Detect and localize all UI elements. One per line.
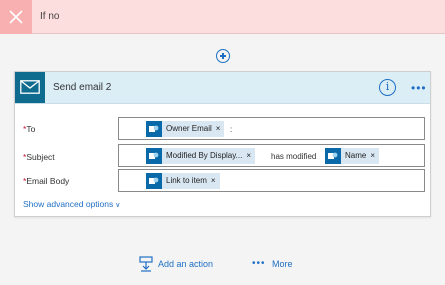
- sharepoint-icon: [146, 173, 162, 189]
- sharepoint-icon: [325, 148, 341, 164]
- to-trailing-text: :: [230, 125, 233, 134]
- token-label: Owner Email: [162, 121, 216, 137]
- to-label: *To: [23, 124, 36, 134]
- card-title: Send email 2: [53, 82, 112, 93]
- subject-field[interactable]: Modified By Display... × has modified Na…: [118, 144, 425, 167]
- token-remove-icon[interactable]: ×: [370, 148, 380, 164]
- chevron-down-icon: ∨: [115, 202, 121, 209]
- token-remove-icon[interactable]: ×: [210, 173, 220, 189]
- add-action-icon[interactable]: [139, 256, 153, 272]
- token-label: Name: [341, 148, 371, 164]
- mail-icon: [15, 72, 45, 103]
- card-header[interactable]: Send email 2 i •••: [15, 72, 430, 104]
- email-body-field[interactable]: Link to item ×: [118, 169, 425, 192]
- info-icon[interactable]: i: [379, 79, 396, 96]
- close-icon[interactable]: [0, 0, 32, 34]
- token-remove-icon[interactable]: ×: [215, 121, 225, 137]
- add-an-action-button[interactable]: Add an action: [158, 259, 213, 269]
- token-modified-by: Modified By Display... ×: [146, 148, 255, 164]
- show-advanced-options-link[interactable]: Show advanced options ∨: [23, 199, 120, 209]
- email-body-label: *Email Body: [23, 176, 70, 186]
- token-label: Modified By Display...: [162, 148, 247, 164]
- more-dots-icon[interactable]: •••: [252, 258, 266, 269]
- more-options-icon[interactable]: •••: [411, 81, 427, 95]
- more-button[interactable]: More: [272, 259, 293, 269]
- subject-label: *Subject: [23, 152, 55, 162]
- token-owner-email: Owner Email ×: [146, 121, 225, 137]
- branch-header: If no: [0, 0, 445, 34]
- to-field[interactable]: Owner Email × :: [118, 117, 425, 140]
- send-email-card: Send email 2 i ••• *To Owner Email × : *…: [14, 71, 431, 217]
- sharepoint-icon: [146, 148, 162, 164]
- branch-title: If no: [40, 11, 60, 22]
- token-remove-icon[interactable]: ×: [246, 148, 255, 164]
- sharepoint-icon: [146, 121, 162, 137]
- insert-step-icon[interactable]: [216, 49, 230, 63]
- subject-middle-text: has modified: [271, 152, 317, 161]
- token-link-to-item: Link to item ×: [146, 173, 220, 189]
- token-name: Name ×: [325, 148, 380, 164]
- token-label: Link to item: [162, 173, 211, 189]
